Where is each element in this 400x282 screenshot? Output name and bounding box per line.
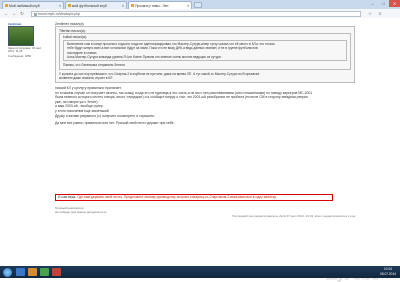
highlighted-signature: И сам ведь. Где нам держать свой нечто. …	[55, 194, 333, 201]
page-info-icon	[33, 12, 37, 16]
browser-app-icon[interactable]	[40, 268, 49, 276]
favicon-icon	[4, 4, 8, 7]
close-tab-icon[interactable]: ✕	[187, 4, 190, 8]
browser-tab-1[interactable]: Мой любимый клуб ✕	[2, 1, 64, 9]
tab-label: Просмотр темы - Зен	[135, 3, 169, 8]
post-body: ниский КЛ у куплуту правильно прилагает.…	[55, 86, 355, 118]
clock-date: 08.07.2014	[380, 271, 396, 276]
reload-icon[interactable]: ↻	[19, 11, 25, 17]
address-bar[interactable]: forum.myfc.ru/viewtopic.php	[31, 10, 361, 17]
avatar	[8, 26, 34, 46]
maximize-button[interactable]: □	[378, 0, 389, 7]
quote-text-line: Алья,Мастер-Сутури команда уровня ЛЧ,не …	[67, 54, 222, 59]
tab-label: мой футбольный клуб	[72, 3, 107, 8]
post-content: Zenitmen писал(а): Tiferfan писал(а): ku…	[55, 22, 355, 126]
browser-tab-3-active[interactable]: Просмотр темы - Зен ✕	[128, 1, 192, 9]
forward-arrow-icon[interactable]: →	[11, 11, 17, 17]
quote-inner: Включение сам в конце прошлого года,и/я …	[63, 39, 347, 62]
close-tab-icon[interactable]: ✕	[122, 4, 125, 8]
address-url: forum.myfc.ru/viewtopic.php	[38, 11, 81, 16]
start-button-icon[interactable]	[3, 267, 12, 277]
taskbar-clock[interactable]: 10:24 08.07.2014	[380, 267, 396, 276]
explorer-icon[interactable]	[16, 268, 25, 276]
post-author-panel: Zenitman Зарегистрирован: 03 июл 2011, 1…	[8, 22, 48, 58]
quote-text-line: косвенно даже сказали, играет в КЛ	[59, 76, 113, 81]
edit-note: Последний раз редактировалось Zenit 07 и…	[232, 214, 356, 218]
menu-icon[interactable]: ≡	[377, 11, 383, 17]
close-tab-icon[interactable]: ✕	[59, 4, 62, 8]
back-arrow-icon[interactable]: ←	[3, 11, 9, 17]
window-close-button[interactable]: ✕	[389, 0, 400, 7]
new-tab-button[interactable]	[194, 2, 202, 8]
browser-tab-2[interactable]: мой футбольный клуб ✕	[65, 1, 127, 9]
quote-mid: kulkal писал(а): Включение сам в конце п…	[59, 32, 351, 71]
author-post-count: Сообщения: 1856	[8, 53, 31, 58]
quote-text-line: Павлик, что Лапенкова отправили Зенита	[63, 63, 125, 68]
favicon-icon	[130, 4, 134, 7]
highlight-prefix: И сам ведь.	[58, 195, 77, 199]
quote-outer: Tiferfan писал(а): kulkal писал(а): Вклю…	[55, 26, 355, 84]
tab-label: Мой любимый клуб	[9, 3, 40, 8]
author-registered: Зарегистрирован: 03 июл 2011, 11:25	[8, 46, 42, 54]
folder-icon[interactable]	[28, 268, 37, 276]
media-app-icon[interactable]	[52, 268, 61, 276]
forum-page: Zenitman Зарегистрирован: 03 июл 2011, 1…	[0, 18, 400, 282]
post-line: Дружу и желаю разумного (с) получить пос…	[55, 113, 156, 118]
post-tail-line: Да мне все равно, правильно или нет. Рус…	[55, 121, 175, 126]
minimize-button[interactable]: –	[367, 0, 378, 7]
bookmark-star-icon[interactable]: ☆	[367, 11, 373, 17]
os-taskbar: 10:24 08.07.2014	[0, 266, 400, 278]
favicon-icon	[67, 4, 71, 7]
post-signature: Грозный реализатор Но поводы для смены р…	[55, 206, 355, 214]
browser-tab-strip: Мой любимый клуб ✕ мой футбольный клуб ✕…	[0, 0, 400, 9]
highlight-link[interactable]: Где нам держать свой нечто. Предложите с…	[77, 195, 276, 199]
